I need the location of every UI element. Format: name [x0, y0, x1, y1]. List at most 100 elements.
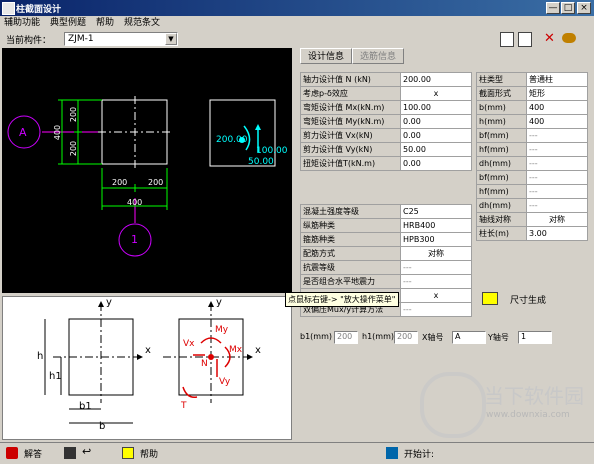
legend-h-label: h [37, 351, 44, 362]
legend-t-label: T [181, 401, 187, 411]
dim-200-bottom-a: 200 [112, 178, 128, 187]
start-button[interactable]: 开始计: [404, 447, 434, 460]
table-row: bf(mm) --- [476, 128, 588, 143]
row-value[interactable]: --- [526, 184, 588, 199]
dim-200-left-a: 200 [69, 106, 79, 123]
help-button[interactable]: 帮助 [140, 447, 158, 460]
copy-doc-icon[interactable] [518, 32, 532, 47]
row-label: 混凝土强度等级 [300, 204, 401, 219]
row-value[interactable]: 普通柱 [526, 72, 588, 87]
table-row: 配筋方式 对称 [300, 246, 472, 261]
row-label: dh(mm) [476, 198, 527, 213]
y-axis-field[interactable]: 1 [518, 331, 552, 344]
row-value[interactable]: --- [400, 274, 472, 289]
table-row: 弯矩设计值 My(kN.m) 0.00 [300, 114, 472, 129]
row-label: 抗震等级 [300, 260, 401, 275]
table-row: 纵筋种类 HRB400 [300, 218, 472, 233]
table-row: 是否组合水平地震力 --- [300, 274, 472, 289]
maximize-button[interactable]: □ [561, 2, 575, 14]
row-label: 配筋方式 [300, 246, 401, 261]
save-icon[interactable] [64, 447, 76, 459]
x-axis-label: X轴号 [422, 333, 444, 342]
row-label: 剪力设计值 Vx(kN) [300, 128, 401, 143]
table-row: 剪力设计值 Vy(kN) 50.00 [300, 142, 472, 157]
row-value[interactable]: 3.00 [526, 226, 588, 241]
tooltip: 点鼠标右键-> "放大操作菜单" [285, 292, 399, 307]
row-value[interactable]: C25 [400, 204, 472, 219]
row-value[interactable]: 对称 [400, 246, 472, 261]
bottom-fields-row: b1(mm) 200 h1(mm) 200 X轴号 A Y轴号 1 [298, 331, 592, 345]
row-value[interactable]: x [400, 288, 472, 303]
row-value[interactable]: --- [526, 142, 588, 157]
row-label: 轴力设计值 N (kN) [300, 72, 401, 87]
title-bar: 柱截面设计 — □ × [0, 0, 594, 16]
row-value[interactable]: 50.00 [400, 142, 472, 157]
menu-aux[interactable]: 辅助功能 [4, 16, 40, 30]
help-icon[interactable] [122, 447, 134, 459]
row-value[interactable]: x [400, 86, 472, 101]
menu-help[interactable]: 帮助 [96, 16, 114, 30]
y-axis-label: Y轴号 [488, 333, 509, 342]
tab-rebar-info[interactable]: 选筋信息 [352, 48, 404, 64]
table-row: 混凝土强度等级 C25 [300, 204, 472, 219]
start-icon[interactable] [386, 447, 398, 459]
x-axis-field[interactable]: A [452, 331, 486, 344]
answer-button[interactable]: 解答 [24, 447, 42, 460]
section-table: 柱类型 普通柱 截面形式 矩形 b(mm) 400 h(mm) 400 bf(mm) --- hf(… [476, 72, 588, 241]
row-value[interactable]: 400 [526, 100, 588, 115]
row-value[interactable]: HPB300 [400, 232, 472, 247]
legend-vy-label: Vy [219, 377, 231, 387]
row-value[interactable]: --- [400, 302, 472, 317]
row-value[interactable]: 0.00 [400, 156, 472, 171]
close-button[interactable]: × [577, 2, 591, 14]
row-value[interactable]: 对称 [526, 212, 588, 227]
answer-icon[interactable] [6, 447, 18, 459]
row-value[interactable]: 100.00 [400, 100, 472, 115]
new-doc-icon[interactable] [500, 32, 514, 47]
row-value[interactable]: --- [400, 260, 472, 275]
menu-examples[interactable]: 典型例题 [50, 16, 86, 30]
table-row: 柱类型 普通柱 [476, 72, 588, 87]
chevron-down-icon[interactable]: ▼ [165, 33, 177, 45]
minimize-button[interactable]: — [546, 2, 560, 14]
table-row: 箍筋种类 HPB300 [300, 232, 472, 247]
delete-icon[interactable]: ✕ [544, 31, 555, 46]
row-value[interactable]: 0.00 [400, 128, 472, 143]
drawing-canvas[interactable]: A 1 400 200 200 200 200 400 200.00 100.0… [2, 48, 292, 293]
glasses-icon[interactable] [562, 33, 576, 43]
component-select[interactable]: ZJM-1 ▼ [64, 32, 178, 46]
dim-400-left: 400 [53, 124, 63, 141]
axis-1-label: 1 [131, 233, 138, 246]
h1-field[interactable]: 200 [394, 331, 418, 344]
row-label: hf(mm) [476, 184, 527, 199]
dim-200-bottom-b: 200 [148, 178, 164, 187]
legend-y-label: y [106, 297, 112, 308]
row-label: 弯矩设计值 Mx(kN.m) [300, 100, 401, 115]
tab-design-info[interactable]: 设计信息 [300, 48, 352, 64]
row-value[interactable]: 0.00 [400, 114, 472, 129]
load-n-value: 200.00 [216, 135, 248, 145]
row-value[interactable]: --- [526, 170, 588, 185]
row-label: bf(mm) [476, 170, 527, 185]
row-value[interactable]: --- [526, 156, 588, 171]
row-value[interactable]: 200.00 [400, 72, 472, 87]
menu-bar: 辅助功能 典型例题 帮助 规范条文 [0, 16, 594, 30]
b1-field[interactable]: 200 [334, 331, 358, 344]
row-label: 剪力设计值 Vy(kN) [300, 142, 401, 157]
design-table: 轴力设计值 N (kN) 200.00 考虑p-δ效应 x 弯矩设计值 Mx(kN.m)… [300, 72, 472, 171]
row-value[interactable]: --- [526, 128, 588, 143]
row-value[interactable]: 400 [526, 114, 588, 129]
undo-icon[interactable]: ↩ [82, 445, 91, 458]
legend-x2-label: x [255, 345, 261, 356]
row-label: 箍筋种类 [300, 232, 401, 247]
row-value[interactable]: --- [526, 198, 588, 213]
table-row: b(mm) 400 [476, 100, 588, 115]
row-label: 柱类型 [476, 72, 527, 87]
row-value[interactable]: HRB400 [400, 218, 472, 233]
row-value[interactable]: 矩形 [526, 86, 588, 101]
table-row: 剪力设计值 Vx(kN) 0.00 [300, 128, 472, 143]
size-gen-label[interactable]: 尺寸生成 [510, 293, 546, 306]
row-label: h(mm) [476, 114, 527, 129]
legend-n-label: N [201, 359, 208, 369]
menu-code[interactable]: 规范条文 [124, 16, 160, 30]
